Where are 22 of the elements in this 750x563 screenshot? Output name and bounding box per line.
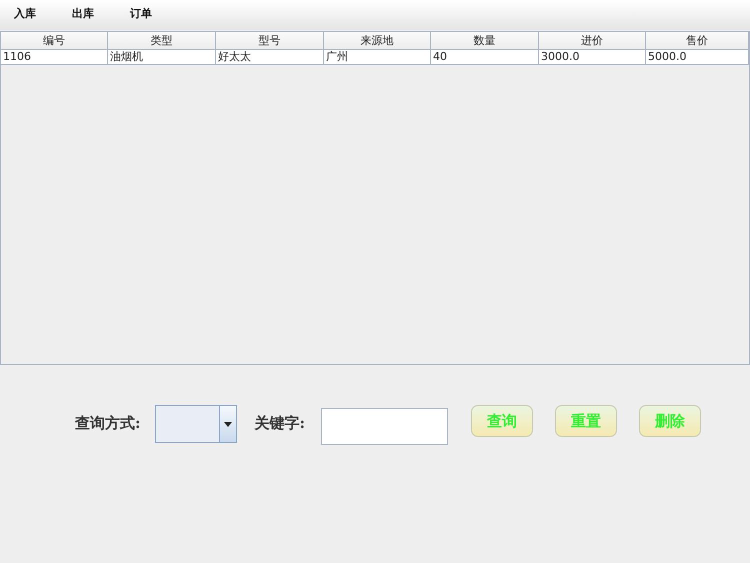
table-cell: 40 bbox=[431, 50, 539, 65]
keyword-field[interactable] bbox=[321, 408, 448, 445]
table-cell: 广州 bbox=[324, 50, 431, 65]
column-header[interactable]: 售价 bbox=[646, 32, 749, 50]
table-cell: 1106 bbox=[1, 50, 108, 65]
query-mode-dropdown[interactable] bbox=[154, 405, 237, 443]
table-cell: 5000.0 bbox=[646, 50, 749, 65]
column-header[interactable]: 进价 bbox=[539, 32, 646, 50]
table-cell: 油烟机 bbox=[108, 50, 216, 65]
column-header[interactable]: 类型 bbox=[108, 32, 216, 50]
column-header[interactable]: 编号 bbox=[1, 32, 108, 50]
column-header[interactable]: 型号 bbox=[216, 32, 324, 50]
menu-item[interactable]: 出库 bbox=[72, 6, 94, 20]
keyword-label: 关键字: bbox=[254, 414, 306, 433]
column-header[interactable]: 来源地 bbox=[324, 32, 431, 50]
table-cell: 好太太 bbox=[216, 50, 324, 65]
menu-item[interactable]: 订单 bbox=[130, 6, 152, 20]
menu-item[interactable]: 入库 bbox=[14, 6, 36, 20]
caret-icon bbox=[224, 422, 232, 426]
query-mode-label: 查询方式: bbox=[75, 414, 141, 433]
table-cell: 3000.0 bbox=[539, 50, 646, 65]
column-header[interactable]: 数量 bbox=[431, 32, 539, 50]
